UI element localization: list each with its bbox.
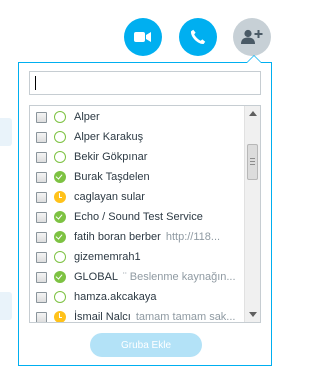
contact-name: Alper Karakuş — [74, 131, 144, 143]
contact-name: İsmail Nalcı — [74, 311, 131, 323]
contact-row[interactable]: İsmail Nalcı tamam tamam sak... — [30, 307, 244, 323]
contact-row[interactable]: Alper — [30, 107, 244, 127]
status-offline-icon — [54, 291, 66, 303]
contact-checkbox[interactable] — [36, 171, 47, 183]
contact-name: Bekir Gökpınar — [74, 151, 148, 163]
contact-name: caglayan sular — [74, 191, 145, 203]
contact-checkbox[interactable] — [36, 131, 47, 143]
contact-checkbox[interactable] — [36, 291, 47, 303]
contact-checkbox[interactable] — [36, 271, 47, 283]
status-away-icon — [54, 311, 66, 322]
status-online-icon — [54, 271, 66, 283]
add-person-icon — [241, 29, 263, 44]
contact-row[interactable]: Bekir Gökpınar — [30, 147, 244, 167]
contact-checkbox[interactable] — [36, 251, 47, 263]
scroll-down-arrow-icon[interactable] — [249, 312, 257, 317]
contact-list[interactable]: Alper Alper Karakuş Bekir Gökpınar Burak Ta… — [29, 105, 261, 323]
status-offline-icon — [54, 111, 66, 123]
contact-row[interactable]: gizememrah1 — [30, 247, 244, 267]
contact-checkbox[interactable] — [36, 231, 47, 243]
contact-name: Alper — [74, 111, 100, 123]
contact-name: gizememrah1 — [74, 251, 141, 263]
contact-name: hamza.akcakaya — [74, 291, 157, 303]
status-away-icon — [54, 191, 66, 203]
contact-list-items: Alper Alper Karakuş Bekir Gökpınar Burak Ta… — [30, 107, 244, 323]
background-panel-edge — [0, 118, 12, 146]
popup-pointer — [246, 55, 262, 63]
contact-checkbox[interactable] — [36, 211, 47, 223]
text-cursor — [35, 76, 36, 90]
add-to-group-popup: Alper Alper Karakuş Bekir Gökpınar Burak Ta… — [18, 55, 272, 366]
contact-row[interactable]: Echo / Sound Test Service — [30, 207, 244, 227]
phone-icon — [190, 29, 206, 45]
contact-name: Burak Taşdelen — [74, 171, 150, 183]
video-camera-icon — [134, 32, 151, 42]
status-online-icon — [54, 171, 66, 183]
status-online-icon — [54, 231, 66, 243]
scroll-up-arrow-icon[interactable] — [249, 111, 257, 116]
status-offline-icon — [54, 151, 66, 163]
video-call-button[interactable] — [124, 18, 162, 56]
contact-row[interactable]: Burak Taşdelen — [30, 167, 244, 187]
contact-mood-message: http://118... — [165, 231, 221, 243]
status-offline-icon — [54, 131, 66, 143]
status-online-icon — [54, 211, 66, 223]
contact-mood-message: tamam tamam sak... — [135, 311, 236, 323]
list-scrollbar[interactable] — [244, 106, 260, 322]
contact-name: GLOBAL — [74, 271, 119, 283]
contact-row[interactable]: GLOBAL ¨ Beslenme kaynağın... — [30, 267, 244, 287]
contact-row[interactable]: caglayan sular — [30, 187, 244, 207]
add-people-button[interactable] — [233, 18, 271, 56]
contact-row[interactable]: fatih boran berber http://118... — [30, 227, 244, 247]
contact-name: fatih boran berber — [74, 231, 161, 243]
add-to-group-button[interactable]: Gruba Ekle — [90, 333, 202, 357]
contact-checkbox[interactable] — [36, 151, 47, 163]
contact-row[interactable]: hamza.akcakaya — [30, 287, 244, 307]
contact-mood-message: ¨ Beslenme kaynağın... — [123, 271, 236, 283]
contact-search-field[interactable] — [29, 71, 261, 95]
contact-checkbox[interactable] — [36, 191, 47, 203]
contact-row[interactable]: Alper Karakuş — [30, 127, 244, 147]
audio-call-button[interactable] — [179, 18, 217, 56]
contact-checkbox[interactable] — [36, 111, 47, 123]
status-offline-icon — [54, 251, 66, 263]
grip-icon — [250, 161, 255, 162]
contact-checkbox[interactable] — [36, 311, 47, 322]
contact-name: Echo / Sound Test Service — [74, 211, 203, 223]
scrollbar-thumb[interactable] — [247, 144, 258, 180]
contact-search-input[interactable] — [30, 72, 260, 94]
background-panel-edge — [0, 292, 12, 320]
